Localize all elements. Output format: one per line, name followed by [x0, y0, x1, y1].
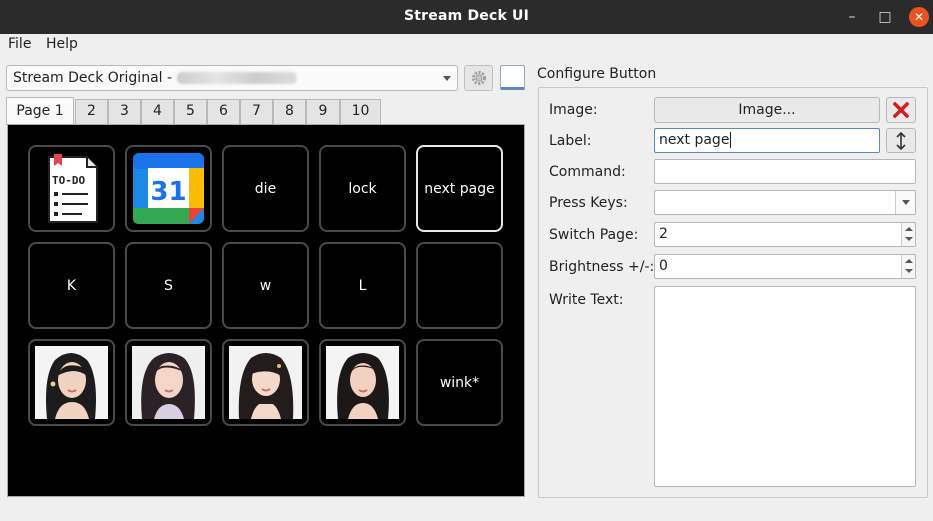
deck-key-10[interactable]: [416, 242, 503, 329]
tab-page-10[interactable]: 10: [340, 99, 381, 124]
switch-page-spinbox[interactable]: 2: [654, 222, 916, 247]
deck-key-15[interactable]: wink*: [416, 339, 503, 426]
device-name: Stream Deck Original -: [13, 70, 177, 86]
minimize-button[interactable]: –: [842, 7, 862, 27]
portrait-photo-icon: [326, 346, 399, 419]
deck-key-9[interactable]: L: [319, 242, 406, 329]
chevron-down-icon: [443, 76, 451, 81]
switch-page-value: 2: [659, 226, 668, 242]
press-keys-combo[interactable]: [654, 190, 916, 215]
deck-key-7[interactable]: S: [125, 242, 212, 329]
deck-key-6[interactable]: K: [28, 242, 115, 329]
tab-page-4[interactable]: 4: [141, 99, 174, 124]
deck-key-3[interactable]: die: [222, 145, 309, 232]
spin-arrows-icon[interactable]: [901, 223, 915, 246]
deck-key-1[interactable]: TO-DO: [28, 145, 115, 232]
deck-key-13[interactable]: [222, 339, 309, 426]
image-label: Image:: [549, 102, 598, 118]
brightness-value: 0: [659, 258, 668, 274]
spin-arrows-icon[interactable]: [901, 255, 915, 278]
title-bar: Stream Deck UI – □ ✕: [0, 0, 933, 34]
calendar-icon: 31: [133, 153, 204, 224]
tab-page-6[interactable]: 6: [207, 99, 240, 124]
close-window-button[interactable]: ✕: [909, 7, 929, 27]
switch-page-label: Switch Page:: [549, 227, 639, 243]
configure-button-title: Configure Button: [537, 66, 657, 82]
deck-key-14[interactable]: [319, 339, 406, 426]
deck-key-4[interactable]: lock: [319, 145, 406, 232]
tab-page-9[interactable]: 9: [306, 99, 340, 124]
tab-page-3[interactable]: 3: [108, 99, 141, 124]
portrait-photo-icon: [229, 346, 302, 419]
menu-file[interactable]: File: [8, 36, 31, 52]
window-title: Stream Deck UI: [403, 8, 530, 24]
choose-image-button[interactable]: Image...: [654, 97, 880, 123]
tab-page-7[interactable]: 7: [240, 99, 273, 124]
deck-key-8[interactable]: w: [222, 242, 309, 329]
label-input[interactable]: next page: [654, 128, 880, 153]
brightness-label: Brightness +/-:: [549, 259, 655, 275]
menu-bar: File Help: [0, 34, 933, 56]
press-keys-label: Press Keys:: [549, 195, 628, 211]
portrait-photo-icon: [35, 346, 108, 419]
background-color-button[interactable]: [500, 65, 525, 90]
deck-key-2[interactable]: 31: [125, 145, 212, 232]
write-text-label: Write Text:: [549, 292, 624, 308]
deck-key-11[interactable]: [28, 339, 115, 426]
brightness-spinbox[interactable]: 0: [654, 254, 916, 279]
chevron-down-icon[interactable]: [895, 191, 915, 214]
tab-page-5[interactable]: 5: [174, 99, 207, 124]
tab-page-2[interactable]: 2: [75, 99, 108, 124]
close-icon: [893, 102, 909, 118]
command-label: Command:: [549, 164, 626, 180]
svg-text:TO-DO: TO-DO: [52, 174, 85, 187]
label-input-value: next page: [659, 132, 730, 148]
text-position-button[interactable]: [886, 128, 916, 153]
write-text-area[interactable]: [654, 286, 916, 487]
label-label: Label:: [549, 133, 592, 149]
remove-image-button[interactable]: [886, 97, 916, 123]
command-input[interactable]: [654, 159, 916, 184]
gear-icon: [471, 71, 486, 85]
maximize-button[interactable]: □: [875, 7, 895, 27]
tab-page-1[interactable]: Page 1: [6, 97, 74, 125]
deck-key-5[interactable]: next page: [416, 145, 503, 232]
portrait-photo-icon: [132, 346, 205, 419]
svg-text:31: 31: [150, 177, 186, 207]
device-settings-button[interactable]: [464, 65, 493, 91]
device-serial-blurred: [176, 72, 297, 84]
button-grid: TO-DO 31 die lock next page K S w L wink…: [7, 124, 525, 497]
device-select[interactable]: Stream Deck Original -: [6, 65, 458, 91]
todo-list-icon: TO-DO: [48, 154, 98, 223]
vertical-arrows-icon: [896, 131, 906, 150]
menu-help[interactable]: Help: [46, 36, 78, 52]
deck-key-12[interactable]: [125, 339, 212, 426]
tab-page-8[interactable]: 8: [273, 99, 306, 124]
